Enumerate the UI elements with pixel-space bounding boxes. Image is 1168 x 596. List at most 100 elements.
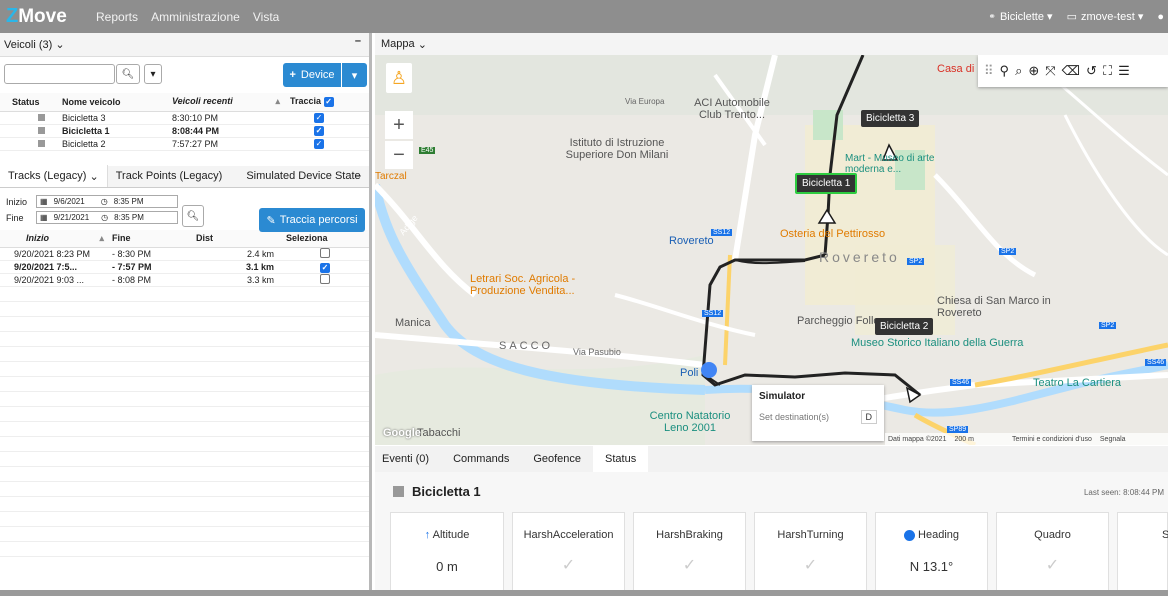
search-icon[interactable]: ⌕ <box>1015 63 1022 79</box>
app-logo[interactable]: Z Move <box>6 5 90 28</box>
layers-icon[interactable]: ☰ <box>1118 63 1130 79</box>
report-link[interactable]: Segnala <box>1100 436 1126 443</box>
map-label: Teatro La Cartiera <box>1033 377 1122 389</box>
vehicle-label-bicicletta-2[interactable]: Bicicletta 2 <box>875 318 934 335</box>
device-menu-button[interactable]: ▾ <box>342 63 367 87</box>
undo-icon[interactable]: ↺ <box>1086 63 1097 79</box>
menu-reports[interactable]: Reports <box>96 10 138 24</box>
zoom-area-icon[interactable]: ⊕ <box>1028 63 1039 79</box>
minimize-icon[interactable]: – <box>355 35 361 47</box>
destination-input[interactable]: Set destination(s) <box>759 412 829 422</box>
chevron-down-icon[interactable]: ⌄ <box>55 38 64 51</box>
tab-simulated-state[interactable]: Simulated Device State <box>238 165 368 187</box>
select-checkbox[interactable]: ✓ <box>320 262 330 273</box>
map-label: Rovereto <box>819 249 900 265</box>
bottom-panel: Eventi (0) Commands Geofence Status Bici… <box>375 446 1168 596</box>
vehicle-search-input[interactable] <box>4 64 115 84</box>
tab-tracks-legacy[interactable]: Tracks (Legacy) ⌄ <box>0 165 108 187</box>
menu-amministrazione[interactable]: Amministrazione <box>151 10 240 24</box>
marker-icon[interactable]: ⚲ <box>1000 63 1010 79</box>
table-row[interactable]: Bicicletta 1 8:08:44 PM ✓ <box>0 124 369 138</box>
tracks-table: Inizio ▴ Fine Dist Seleziona 9/20/2021 8:… <box>0 229 369 287</box>
clock-icon: ◷ <box>101 213 109 222</box>
calendar-icon: ▦ <box>40 213 48 222</box>
select-checkbox[interactable] <box>320 274 330 284</box>
destination-button[interactable]: D <box>860 410 877 424</box>
filter-dropdown-button[interactable]: ▾ <box>144 64 162 84</box>
col-status[interactable]: Status <box>0 93 58 112</box>
fullscreen-icon[interactable]: ⛶ <box>1103 63 1112 79</box>
terms-link[interactable]: Termini e condizioni d'uso <box>1012 436 1092 443</box>
road-badge: SP89 <box>947 426 969 433</box>
track-checkbox[interactable]: ✓ <box>314 139 324 149</box>
scale-bar[interactable]: 200 m <box>954 436 973 443</box>
left-panel: Veicoli (3) ⌄ – 🔍︎ ▾ + Device ▾ Status No… <box>0 33 372 596</box>
fit-bounds-icon[interactable]: ⤧ <box>1045 63 1055 79</box>
col-track[interactable]: Traccia ✓ <box>286 93 369 112</box>
select-checkbox[interactable] <box>320 248 330 258</box>
plus-icon: + <box>289 69 296 81</box>
start-date-field[interactable]: ▦ 9/6/2021 ◷ 8:35 PM <box>36 195 178 208</box>
tab-geofence[interactable]: Geofence <box>521 446 593 472</box>
profile-icon[interactable]: ● <box>1157 11 1164 23</box>
card-harsh-braking: HarshBraking ✓ <box>633 512 746 596</box>
road-badge: SS12 <box>702 310 724 317</box>
map-label: Osteria del Pettirosso <box>780 228 886 240</box>
user-selector[interactable]: ▭ zmove-test ▾ <box>1067 10 1144 24</box>
track-all-checkbox[interactable]: ✓ <box>323 97 334 108</box>
status-vehicle-name: Bicicletta 1 <box>412 484 481 499</box>
col-recent[interactable]: Veicoli recenti ▴ <box>168 93 286 112</box>
table-row[interactable]: 9/20/2021 8:23 PM - 8:30 PM 2.4 km <box>0 247 369 261</box>
tab-status[interactable]: Status <box>593 446 649 472</box>
status-icon <box>38 126 45 134</box>
top-navbar: Z Move Reports Amministrazione Vista ⚭ Bic… <box>0 0 1168 33</box>
trace-routes-button[interactable]: ✎ Traccia percorsi <box>259 208 365 232</box>
track-checkbox[interactable]: ✓ <box>314 113 324 123</box>
group-selector[interactable]: ⚭ Biciclette ▾ <box>988 10 1052 24</box>
map-label: Letrari Soc. Agricola - Produzione Vendi… <box>470 273 576 297</box>
col-select[interactable]: Seleziona <box>282 229 369 248</box>
col-end[interactable]: Fine <box>108 229 192 248</box>
table-row[interactable]: Bicicletta 3 8:30:10 PM ✓ <box>0 111 369 125</box>
tab-events[interactable]: Eventi (0) <box>375 446 441 472</box>
eraser-icon[interactable]: ⌫ <box>1062 63 1080 79</box>
col-start[interactable]: Inizio ▴ <box>0 229 108 248</box>
col-dist[interactable]: Dist <box>192 229 282 248</box>
map-panel-header[interactable]: Mappa ⌄ <box>375 33 1168 55</box>
minimize-icon[interactable]: – <box>355 170 361 182</box>
card-quadro: Quadro ✓ <box>996 512 1109 596</box>
calendar-icon: ▦ <box>40 197 48 206</box>
zoom-out-button[interactable]: − <box>385 141 413 169</box>
tab-track-points[interactable]: Track Points (Legacy) <box>108 165 231 187</box>
map-canvas[interactable]: Via Europa ACI Automobile Club Trento...… <box>375 55 1168 445</box>
table-row[interactable]: 9/20/2021 7:5... - 7:57 PM 3.1 km ✓ <box>0 260 369 274</box>
vehicle-label-bicicletta-3[interactable]: Bicicletta 3 <box>861 110 920 127</box>
compass-icon <box>903 529 915 541</box>
start-label: Inizio <box>6 196 28 207</box>
map-label: Istituto di Istruzione Superiore Don Mil… <box>565 137 669 161</box>
vehicle-label-bicicletta-1[interactable]: Bicicletta 1 <box>795 173 858 194</box>
pencil-icon: ✎ <box>266 214 276 227</box>
col-name[interactable]: Nome veicolo <box>58 93 168 112</box>
pegman-icon[interactable]: ♙ <box>386 63 412 93</box>
vehicles-panel-header[interactable]: Veicoli (3) ⌄ – <box>0 33 369 57</box>
search-icon[interactable]: 🔍︎ <box>116 64 140 84</box>
menu-vista[interactable]: Vista <box>253 10 279 24</box>
map-label: SACCO <box>499 340 554 352</box>
search-icon[interactable]: 🔍︎ <box>182 205 204 227</box>
map-label: Centro Natatorio Leno 2001 <box>649 410 731 434</box>
grip-icon[interactable]: ⠿ <box>984 63 994 79</box>
zoom-in-button[interactable]: + <box>385 111 413 139</box>
map-label: ACI Automobile Club Trento... <box>694 97 770 121</box>
table-row[interactable]: Bicicletta 2 7:57:27 PM ✓ <box>0 137 369 151</box>
attribution-text: Dati mappa ©2021 <box>888 435 947 443</box>
table-row[interactable]: 9/20/2021 9:03 ... - 8:08 PM 3.3 km <box>0 273 369 287</box>
map-label: Poli <box>680 367 699 379</box>
end-date-field[interactable]: ▦ 9/21/2021 ◷ 8:35 PM <box>36 211 178 224</box>
tab-commands[interactable]: Commands <box>441 446 521 472</box>
road-badge: SS12 <box>711 229 733 236</box>
check-icon: ✓ <box>682 557 697 574</box>
add-device-button[interactable]: + Device <box>283 63 341 87</box>
simulator-title: Simulator <box>759 391 806 402</box>
track-checkbox[interactable]: ✓ <box>314 126 324 136</box>
